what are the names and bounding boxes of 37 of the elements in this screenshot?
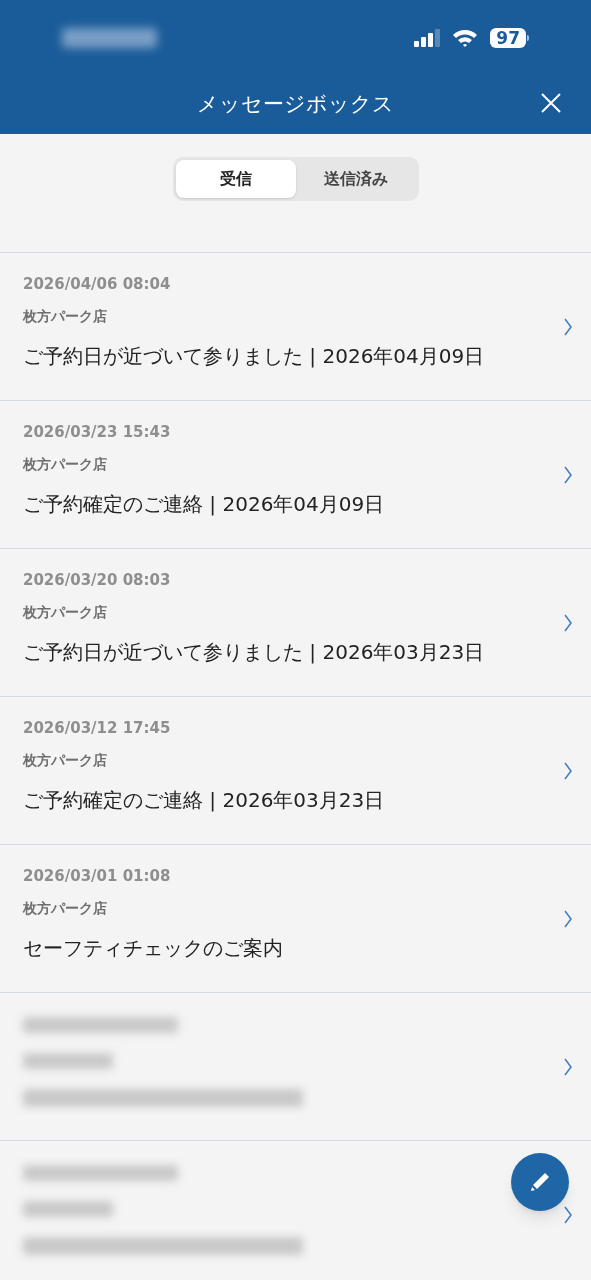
chevron-right-icon [563,761,573,780]
close-icon [539,91,563,115]
store-name: 枚方パーク店 [23,750,108,770]
message-subject: ご予約日が近づいて参りました | 2026年03月23日 [23,638,486,666]
pencil-icon [528,1170,552,1194]
compose-button[interactable] [511,1153,569,1211]
store-name: 枚方パーク店 [23,306,108,326]
message-subject: セーフティチェックのご案内 [23,934,284,962]
close-button[interactable] [539,91,563,115]
message-date: 2026/03/23 15:43 [23,421,172,442]
tab[interactable]: 受信 [175,160,296,198]
message-subject: ご予約確定のご連絡 | 2026年03月23日 [23,786,386,814]
message-date: 2026/04/06 08:04 [23,273,172,294]
store-name: 枚方パーク店 [23,454,108,474]
message-date: 2026/03/12 17:45 [23,717,172,738]
signal-icon [414,28,443,47]
message-row[interactable]: 2026/04/06 08:04 枚方パーク店 ご予約日が近づいて参りました | 2026年04月09日 [0,253,591,401]
chevron-right-icon [563,909,573,928]
chevron-right-icon [563,465,573,484]
store-name: 枚方パーク店 [23,602,108,622]
tab[interactable]: 送信済み [295,160,416,198]
chevron-right-icon [563,1057,573,1076]
window-title: メッセージボックス [197,90,394,118]
chevron-right-icon [563,1205,573,1224]
battery-indicator: 97 [490,27,526,48]
message-subject: ご予約確定のご連絡 | 2026年04月09日 [23,490,386,518]
message-row[interactable]: 2026/03/01 01:08 枚方パーク店 セーフティチェックのご案内 [0,845,591,993]
chevron-right-icon [563,613,573,632]
message-row[interactable]: 2026/03/20 08:03 枚方パーク店 ご予約日が近づいて参りました | 2026年03月23日 [0,549,591,697]
wifi-icon [452,27,479,48]
message-row[interactable]: 2026/03/12 17:45 枚方パーク店 ご予約確定のご連絡 | 2026年03月23日 [0,697,591,845]
chevron-right-icon [563,317,573,336]
store-name: 枚方パーク店 [23,898,108,918]
message-date: 2026/03/01 01:08 [23,865,172,886]
message-subject: ご予約日が近づいて参りました | 2026年04月09日 [23,342,486,370]
message-row[interactable]: 2026/03/23 15:43 枚方パーク店 ご予約確定のご連絡 | 2026年04月09日 [0,401,591,549]
message-date: 2026/03/20 08:03 [23,569,172,590]
